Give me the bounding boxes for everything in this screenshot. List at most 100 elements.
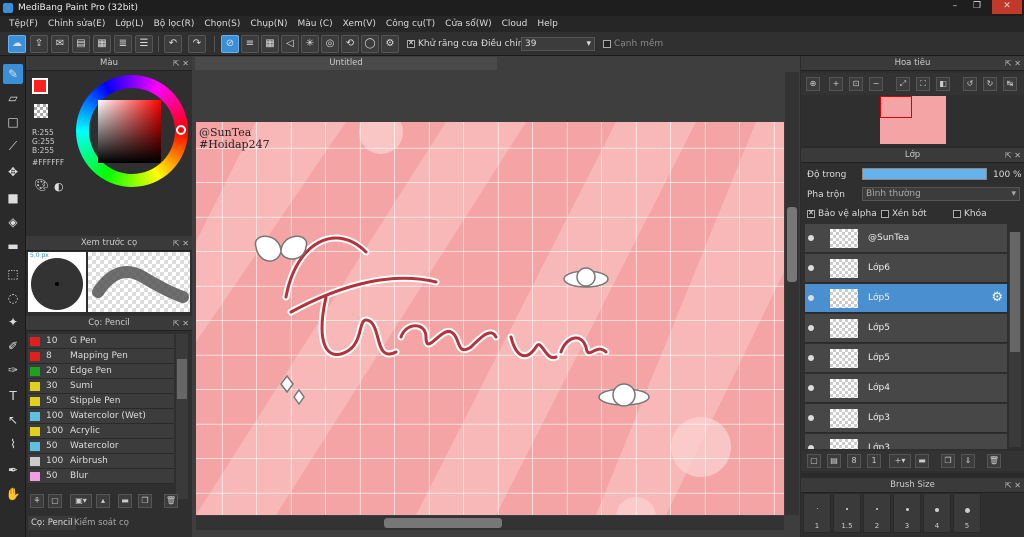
brush-options-icon[interactable]: ▣▾ — [70, 494, 92, 508]
new-1bit-layer-icon[interactable]: 1 — [867, 454, 881, 468]
new-halftone-layer-icon[interactable]: ▤ — [827, 454, 841, 468]
chat-icon[interactable]: ✉ — [51, 35, 69, 53]
cloud-icon[interactable]: ☁ — [8, 35, 26, 53]
layer-folder-icon[interactable]: ▬ — [915, 454, 929, 468]
copy-brush-icon[interactable]: ❐ — [138, 494, 152, 508]
operation-tool-icon[interactable]: ↖ — [3, 410, 23, 430]
horizontal-scrollbar[interactable] — [196, 516, 784, 530]
palette-icon[interactable]: 🎨︎ — [34, 178, 49, 192]
menu-item[interactable]: Cloud — [497, 16, 533, 32]
visibility-icon[interactable] — [808, 295, 814, 301]
curve-snap-icon[interactable]: ⟲ — [341, 35, 359, 53]
hand-tool-icon[interactable]: ✋ — [3, 484, 23, 504]
zoom-in-icon[interactable]: + — [829, 77, 843, 91]
fullscreen-icon[interactable]: ⛶ — [916, 77, 930, 91]
select-eraser-icon[interactable]: ✑ — [3, 360, 23, 380]
eraser-tool-icon[interactable]: ▱ — [3, 88, 23, 108]
panel-options-icon[interactable]: ⇱ ✕ — [173, 236, 189, 251]
lock-toggle[interactable]: Khóa — [953, 209, 987, 219]
visibility-icon[interactable] — [808, 415, 814, 421]
delete-brush-icon[interactable]: 🗑︎ — [164, 494, 178, 508]
hue-marker[interactable] — [176, 125, 186, 135]
layer-row[interactable]: @SunTea — [805, 224, 1007, 253]
ellipse-snap-icon[interactable]: ◯ — [361, 35, 379, 53]
menu-item[interactable]: Bộ lọc(R) — [149, 16, 200, 32]
clipping-toggle[interactable]: Xén bớt — [881, 209, 927, 219]
layer-row[interactable]: Lớp5 — [805, 314, 1007, 343]
fit-window-icon[interactable]: ⤢ — [896, 77, 910, 91]
brush-tool-icon[interactable]: ✎ — [3, 64, 23, 84]
menu-item[interactable]: Chụp(N) — [245, 16, 292, 32]
zoom-actual-icon[interactable]: ⊡ — [849, 77, 863, 91]
vertical-scrollbar[interactable] — [785, 72, 799, 515]
panel-options-icon[interactable]: ⇱ ✕ — [1005, 56, 1021, 71]
add-brush-icon[interactable]: ⚘ — [30, 494, 44, 508]
visibility-icon[interactable] — [808, 325, 814, 331]
menu-item[interactable]: Tệp(F) — [4, 16, 43, 32]
menu-item[interactable]: Xem(V) — [338, 16, 381, 32]
navigator-thumbnail[interactable] — [880, 96, 946, 144]
reset-rotation-icon[interactable]: ↹ — [1003, 77, 1017, 91]
hue-wheel[interactable] — [76, 75, 188, 187]
cross-snap-icon[interactable]: ▦ — [261, 35, 279, 53]
menu-item[interactable]: Help — [532, 16, 563, 32]
brush-item[interactable]: 50 Stipple Pen — [28, 394, 174, 409]
gradient-tool-icon[interactable]: ▬ — [3, 236, 23, 256]
brush-size-preset[interactable]: 3 — [893, 493, 921, 533]
layer-row[interactable]: Lớp4 — [805, 374, 1007, 403]
layer-scrollbar[interactable] — [1009, 232, 1021, 447]
zoom-out-icon[interactable]: − — [869, 77, 883, 91]
brush-size-preset[interactable]: 2 — [863, 493, 891, 533]
page-icon[interactable]: ▤ — [72, 35, 90, 53]
duplicate-layer-icon[interactable]: ❐ — [941, 454, 955, 468]
brush-item[interactable]: 100 Acrylic — [28, 424, 174, 439]
visibility-icon[interactable] — [808, 445, 814, 449]
merge-down-icon[interactable]: ⇓ — [961, 454, 975, 468]
opacity-slider[interactable] — [862, 168, 987, 180]
tab-untitled[interactable]: Untitled — [195, 57, 497, 70]
layer-row[interactable]: Lớp3 — [805, 404, 1007, 433]
flip-icon[interactable]: ◧ — [936, 77, 950, 91]
visibility-icon[interactable] — [808, 265, 814, 271]
settings-icon[interactable]: ⚙ — [381, 35, 399, 53]
dot-tool-icon[interactable]: □ — [3, 112, 23, 132]
brush-item[interactable]: 8 Mapping Pen — [28, 349, 174, 364]
maximize-button[interactable]: ❐ — [966, 0, 988, 14]
rect-fill-icon[interactable]: ■ — [3, 188, 23, 208]
close-button[interactable]: ✕ — [992, 0, 1022, 14]
brush-item[interactable]: 50 Watercolor — [28, 439, 174, 454]
undo-icon[interactable]: ↶ — [164, 35, 182, 53]
menu-icon[interactable]: ☰ — [135, 35, 153, 53]
delete-layer-icon[interactable]: 🗑︎ — [987, 454, 1001, 468]
radial-snap-icon[interactable]: ✳ — [301, 35, 319, 53]
transparent-swatch[interactable] — [34, 104, 48, 118]
soft-edge-toggle[interactable]: Cạnh mềm — [603, 39, 663, 49]
select-pen-icon[interactable]: ✐ — [3, 336, 23, 356]
visibility-icon[interactable] — [808, 355, 814, 361]
brush-item[interactable]: 100 Watercolor (Wet) — [28, 409, 174, 424]
brush-size-preset[interactable]: 1 — [803, 493, 831, 533]
antialias-toggle[interactable]: Khử răng cưa — [407, 39, 478, 49]
brush-item[interactable]: 10 G Pen — [28, 334, 174, 349]
grid-icon[interactable]: ▦ — [93, 35, 111, 53]
brush-item[interactable]: 100 Airbrush — [28, 454, 174, 469]
lasso-icon[interactable]: ◌ — [3, 288, 23, 308]
menu-item[interactable]: Màu (C) — [293, 16, 338, 32]
new-8bit-layer-icon[interactable]: 8 — [847, 454, 861, 468]
menu-item[interactable]: Lớp(L) — [110, 16, 148, 32]
parallel-snap-icon[interactable]: ≡ — [241, 35, 259, 53]
list-icon[interactable]: ≣ — [114, 35, 132, 53]
layer-row[interactable]: Lớp5 — [805, 344, 1007, 373]
brush-size-preset[interactable]: 4 — [923, 493, 951, 533]
layer-row[interactable]: Lớp5 ⚙ — [805, 284, 1007, 313]
panel-options-icon[interactable]: ⇱ ✕ — [1005, 478, 1021, 493]
rotate-right-icon[interactable]: ↻ — [983, 77, 997, 91]
vanish-snap-icon[interactable]: ◁ — [281, 35, 299, 53]
rotate-left-icon[interactable]: ↺ — [963, 77, 977, 91]
layer-row[interactable]: Lớp6 — [805, 254, 1007, 283]
select-rect-icon[interactable]: ⬚ — [3, 264, 23, 284]
foreground-color-swatch[interactable] — [32, 78, 48, 94]
line-tool-icon[interactable]: ⟋ — [3, 136, 23, 156]
brush-size-preset[interactable]: 5 — [953, 493, 981, 533]
gear-icon[interactable]: ⚙ — [991, 290, 1003, 305]
